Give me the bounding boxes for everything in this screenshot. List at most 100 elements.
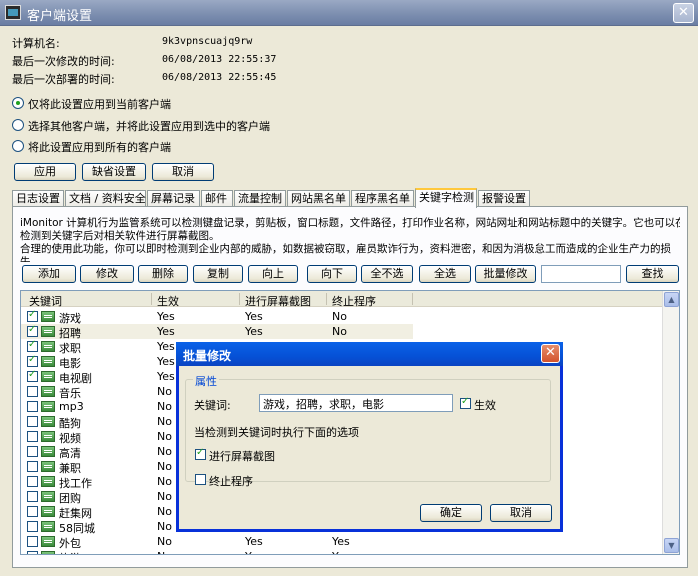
default-settings-button[interactable]: 缺省设置: [82, 163, 146, 181]
tab-keyword-detection[interactable]: 关键字检测: [415, 188, 477, 208]
active-checkbox-label: 生效: [474, 399, 496, 412]
when-detected-label: 当检测到关键词时执行下面的选项: [194, 426, 359, 439]
radio-dot[interactable]: [12, 97, 24, 109]
row-checkbox[interactable]: [27, 536, 38, 547]
move-up-button[interactable]: 向上: [248, 265, 298, 283]
radio-dot[interactable]: [12, 119, 24, 131]
column-header-screenshot[interactable]: 进行屏幕截图: [245, 293, 311, 309]
window-close-button[interactable]: ✕: [673, 3, 694, 23]
feature-description: iMonitor 计算机行为监管系统可以检测键盘记录，剪贴板，窗口标题，文件路径…: [20, 217, 680, 262]
row-checkbox[interactable]: [27, 386, 38, 397]
add-button[interactable]: 添加: [22, 265, 76, 283]
keyword-icon: [41, 326, 55, 337]
keyword-icon: [41, 386, 55, 397]
keyword-icon: [41, 416, 55, 427]
row-terminate: No: [332, 310, 347, 323]
row-screenshot: Yes: [245, 310, 263, 323]
cancel-button[interactable]: 取消: [152, 163, 214, 181]
row-checkbox[interactable]: [27, 476, 38, 487]
tab-traffic-control[interactable]: 流量控制: [234, 190, 286, 207]
screenshot-checkbox[interactable]: [195, 447, 206, 460]
apply-button[interactable]: 应用: [14, 163, 76, 181]
row-screenshot: Yes: [245, 325, 263, 338]
tab-document-security[interactable]: 文档 / 资料安全: [65, 190, 146, 207]
table-row[interactable]: 旅游 No Yes Yes: [21, 549, 663, 554]
row-checkbox[interactable]: [27, 324, 38, 337]
row-checkbox[interactable]: [27, 506, 38, 517]
keyword-icon: [41, 431, 55, 442]
row-checkbox[interactable]: [27, 416, 38, 427]
tab-alert-settings[interactable]: 报警设置: [478, 190, 530, 207]
description-line: 失。: [20, 256, 41, 262]
row-checkbox[interactable]: [27, 521, 38, 532]
row-checkbox[interactable]: [27, 446, 38, 457]
search-button[interactable]: 查找: [626, 265, 679, 283]
row-terminate: No: [332, 325, 347, 338]
row-checkbox[interactable]: [27, 461, 38, 472]
row-active: No: [157, 490, 172, 503]
row-screenshot: Yes: [245, 550, 263, 554]
row-active: No: [157, 505, 172, 518]
tab-screen-record[interactable]: 屏幕记录: [147, 190, 200, 207]
tab-log-settings[interactable]: 日志设置: [12, 190, 64, 207]
move-down-button[interactable]: 向下: [307, 265, 357, 283]
radio-dot[interactable]: [12, 140, 24, 152]
row-checkbox[interactable]: [27, 401, 38, 412]
keyword-input[interactable]: 游戏，招聘，求职，电影: [259, 394, 453, 412]
keyword-icon: [41, 371, 55, 382]
vertical-scrollbar[interactable]: ▲ ▼: [662, 291, 679, 554]
select-none-button[interactable]: 全不选: [361, 265, 413, 283]
row-screenshot: Yes: [245, 535, 263, 548]
dialog-close-button[interactable]: ✕: [541, 344, 560, 363]
modified-time-label: 最后一次修改的时间:: [12, 55, 115, 68]
column-header-terminate[interactable]: 终止程序: [332, 293, 376, 309]
properties-group-label: 属性: [193, 373, 219, 389]
column-header-active[interactable]: 生效: [157, 293, 179, 309]
table-row[interactable]: 外包 No Yes Yes: [21, 534, 663, 550]
row-active: No: [157, 550, 172, 554]
terminate-checkbox[interactable]: [195, 474, 206, 485]
row-active: Yes: [157, 325, 175, 338]
row-active: No: [157, 460, 172, 473]
table-row[interactable]: 招聘YesYesNo: [21, 324, 413, 340]
row-keyword: mp3: [59, 400, 84, 413]
copy-button[interactable]: 复制: [193, 265, 243, 283]
row-checkbox[interactable]: [27, 354, 38, 367]
active-checkbox[interactable]: [460, 396, 471, 409]
keyword-icon: [41, 311, 55, 322]
computer-name-label: 计算机名:: [12, 37, 60, 50]
computer-name-value: 9k3vpnscuajq9rw: [162, 36, 253, 47]
row-active: Yes: [157, 370, 175, 383]
row-checkbox[interactable]: [27, 431, 38, 442]
tab-program-blacklist[interactable]: 程序黑名单: [351, 190, 414, 207]
scroll-up-icon[interactable]: ▲: [664, 292, 679, 307]
dialog-title: 批量修改: [183, 349, 232, 363]
scroll-down-icon[interactable]: ▼: [664, 538, 679, 553]
table-row[interactable]: 游戏YesYesNo: [21, 309, 663, 325]
modified-time-value: 06/08/2013 22:55:37: [162, 54, 277, 65]
row-checkbox[interactable]: [27, 551, 38, 554]
column-header-keyword[interactable]: 关键词: [29, 293, 62, 309]
select-all-button[interactable]: 全选: [419, 265, 471, 283]
keyword-icon: [41, 461, 55, 472]
row-active: No: [157, 520, 172, 533]
dialog-ok-button[interactable]: 确定: [420, 504, 482, 522]
row-checkbox[interactable]: [27, 369, 38, 382]
radio-label: 选择其他客户端，并将此设置应用到选中的客户端: [28, 120, 270, 133]
batch-edit-button[interactable]: 批量修改: [475, 265, 536, 283]
search-input[interactable]: [541, 265, 621, 283]
row-checkbox[interactable]: [27, 491, 38, 502]
tab-mail[interactable]: 邮件: [201, 190, 233, 207]
tab-website-blacklist[interactable]: 网站黑名单: [287, 190, 350, 207]
row-checkbox[interactable]: [27, 309, 38, 322]
keyword-icon: [41, 491, 55, 502]
row-checkbox[interactable]: [27, 339, 38, 352]
dialog-title-bar: 批量修改 ✕: [176, 342, 563, 366]
edit-button[interactable]: 修改: [80, 265, 134, 283]
row-active: Yes: [157, 355, 175, 368]
radio-label: 仅将此设置应用到当前客户端: [28, 98, 171, 111]
keyword-icon: [41, 551, 55, 554]
description-line: 检测到关键字后对相关软件进行屏幕截图。: [20, 230, 220, 242]
dialog-cancel-button[interactable]: 取消: [490, 504, 552, 522]
delete-button[interactable]: 删除: [138, 265, 188, 283]
